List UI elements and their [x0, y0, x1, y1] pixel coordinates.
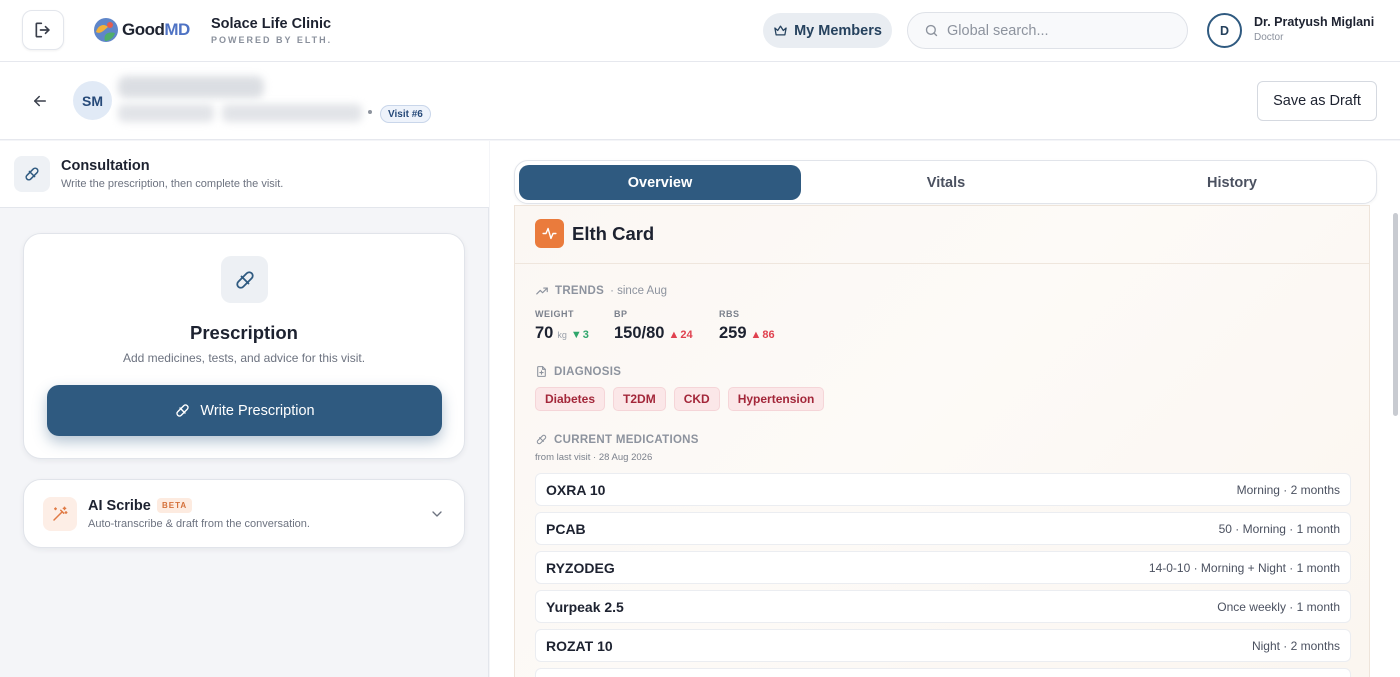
triangle-down-icon: ▼ [570, 329, 582, 341]
my-members-button[interactable]: My Members [763, 13, 892, 48]
medication-name: Yurpeak 2.5 [546, 598, 624, 615]
trends-section-label: TRENDS · since Aug [535, 284, 667, 298]
tab-history[interactable]: History [1091, 165, 1373, 200]
user-info[interactable]: Dr. Pratyush Miglani Doctor [1254, 15, 1374, 43]
powered-by: POWERED BY ELTH. [211, 35, 333, 45]
diagnosis-chip: CKD [673, 387, 720, 411]
trend-up-badge: ▲ 86 [750, 329, 775, 341]
visit-badge: Visit #6 [380, 105, 431, 123]
medication-detail: 50 · Morning · 1 month [1218, 521, 1340, 536]
medication-row: OXRA 10 Morning · 2 months [535, 473, 1351, 506]
chevron-down-icon[interactable] [429, 506, 445, 522]
pill-icon [176, 404, 190, 417]
diagnosis-chips: Diabetes T2DM CKD Hypertension [535, 387, 825, 411]
consultation-header: Consultation Write the prescription, the… [0, 141, 489, 208]
activity-icon [535, 219, 564, 248]
patient-avatar: SM [73, 81, 112, 120]
metric-weight: WEIGHT 70 kg ▼ 3 [535, 309, 589, 342]
elth-card-title: Elth Card [572, 223, 655, 244]
medication-name: OXRA 10 [546, 481, 606, 498]
search-input[interactable] [947, 22, 1167, 39]
medications-meta: from last visit · 28 Aug 2026 [535, 452, 653, 463]
elth-card-header: Elth Card [515, 206, 1369, 264]
ai-scribe-title: AI Scribe [88, 498, 151, 514]
medication-row: PCAB 50 · Morning · 1 month [535, 512, 1351, 545]
diagnosis-chip: Hypertension [727, 387, 825, 411]
medication-name: PCAB [546, 520, 586, 537]
global-search[interactable] [907, 12, 1188, 49]
medication-row: RYZODEG 14-0-10 · Morning + Night · 1 mo… [535, 551, 1351, 584]
prescription-card: Prescription Add medicines, tests, and a… [23, 233, 465, 459]
trend-up-badge: ▲ 24 [668, 329, 693, 341]
tab-vitals[interactable]: Vitals [805, 165, 1087, 200]
save-as-draft-button[interactable]: Save as Draft [1257, 81, 1377, 121]
patient-contact-redacted [222, 104, 362, 122]
tab-overview[interactable]: Overview [519, 165, 801, 200]
trending-up-icon [536, 287, 548, 295]
medication-detail: Night · 2 months [1251, 638, 1340, 653]
medication-name: ROZAT 10 [546, 637, 613, 654]
clinic-name: Solace Life Clinic [211, 16, 332, 32]
ai-scribe-card[interactable]: AI Scribe BETA Auto-transcribe & draft f… [23, 479, 465, 548]
write-prescription-label: Write Prescription [200, 402, 315, 419]
consultation-title: Consultation [61, 158, 150, 174]
prescription-title: Prescription [190, 322, 298, 343]
consultation-subtitle: Write the prescription, then complete th… [61, 178, 284, 190]
pill-icon [536, 434, 547, 445]
pill-icon [221, 256, 268, 303]
overview-tabs: Overview Vitals History [514, 160, 1377, 204]
arrow-left-icon [34, 95, 46, 107]
crown-icon [774, 25, 787, 36]
patient-name-redacted [118, 76, 264, 98]
diagnosis-chip: T2DM [613, 387, 666, 411]
triangle-up-icon: ▲ [668, 329, 680, 341]
ai-scribe-subtitle: Auto-transcribe & draft from the convers… [88, 518, 310, 530]
medication-detail: Morning · 2 months [1236, 482, 1340, 497]
prescription-subtitle: Add medicines, tests, and advice for thi… [122, 351, 366, 365]
medication-name: RYZODEG [546, 559, 615, 576]
search-icon [925, 24, 938, 37]
left-panel: Consultation Write the prescription, the… [0, 141, 489, 677]
logout-button[interactable] [22, 10, 64, 50]
logo-text: GoodMD [122, 20, 190, 39]
medications-section-label: CURRENT MEDICATIONS [535, 433, 699, 446]
back-button[interactable] [28, 89, 52, 113]
beta-badge: BETA [157, 498, 193, 513]
top-header: GoodMD Solace Life Clinic POWERED BY ELT… [0, 0, 1400, 62]
logout-icon [35, 22, 50, 38]
diagnosis-section-label: DIAGNOSIS [535, 365, 621, 378]
medication-row: ROZAT 10 Night · 2 months [535, 629, 1351, 662]
triangle-up-icon: ▲ [750, 329, 762, 341]
goodmd-logo-mark-icon [94, 18, 118, 42]
diagnosis-chip: Diabetes [535, 387, 606, 411]
my-members-label: My Members [794, 22, 882, 39]
file-medical-icon [537, 366, 546, 377]
clinic-info: Solace Life Clinic POWERED BY ELTH. [211, 16, 332, 45]
medication-detail: Once weekly · 1 month [1217, 599, 1340, 614]
medication-row [535, 668, 1351, 677]
metric-bp: BP 150/80 ▲ 24 [614, 309, 693, 342]
scrollbar[interactable] [1393, 213, 1398, 416]
patient-details-redacted [118, 104, 214, 122]
write-prescription-button[interactable]: Write Prescription [47, 385, 442, 436]
patient-bar: SM Visit #6 Save as Draft [0, 62, 1400, 140]
medication-detail: 14-0-10 · Morning + Night · 1 month [1148, 560, 1340, 575]
metric-rbs: RBS 259 ▲ 86 [719, 309, 775, 342]
user-avatar[interactable]: D [1207, 13, 1242, 48]
pill-icon [14, 156, 50, 192]
elth-card: Elth Card TRENDS · since Aug WEIGHT 70 k… [514, 205, 1370, 677]
goodmd-logo: GoodMD [93, 16, 190, 44]
separator-dot [368, 110, 372, 114]
medication-list: OXRA 10 Morning · 2 months PCAB 50 · Mor… [535, 473, 1351, 677]
right-panel: Overview Vitals History Elth Card TRENDS… [490, 141, 1400, 677]
user-name: Dr. Pratyush Miglani [1254, 15, 1375, 29]
trend-down-badge: ▼ 3 [570, 329, 589, 341]
user-role: Doctor [1254, 32, 1284, 43]
magic-wand-icon [43, 497, 77, 531]
medication-row: Yurpeak 2.5 Once weekly · 1 month [535, 590, 1351, 623]
